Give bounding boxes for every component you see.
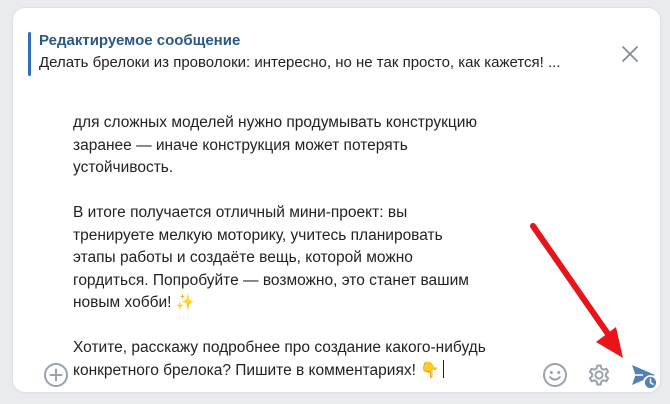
close-edit-button[interactable] — [618, 42, 642, 66]
close-icon — [622, 46, 638, 62]
gear-icon — [588, 364, 610, 386]
message-line: заранее — иначе конструкция может потеря… — [73, 136, 408, 154]
attach-button[interactable] — [42, 361, 70, 389]
message-composer: Редактируемое сообщение Делать брелоки и… — [13, 8, 660, 392]
reply-accent-bar — [28, 32, 31, 76]
message-line: тренируете мелкую моторику, учитесь план… — [73, 226, 443, 244]
message-line: для сложных моделей нужно продумывать ко… — [73, 114, 478, 131]
message-line: новым хобби! ✨ — [73, 294, 196, 311]
text-caret — [442, 359, 444, 378]
emoji-button[interactable] — [541, 361, 569, 389]
message-line-text: конкретного брелока? Пишите в комментари… — [73, 361, 440, 379]
scheduled-send-icon — [632, 365, 658, 390]
message-line: В итоге получается отличный мини-проект:… — [73, 204, 408, 221]
edited-message-preview: Делать брелоки из проволоки: интересно, … — [39, 54, 561, 71]
message-last-line: конкретного брелока? Пишите в комментари… — [73, 359, 543, 383]
message-line: гордиться. Попробуйте — возможно, это ст… — [73, 271, 469, 289]
message-input[interactable]: для сложных моделей нужно продумывать ко… — [73, 112, 543, 390]
scheduled-send-button[interactable] — [629, 361, 659, 391]
message-line: устойчивость. — [73, 159, 174, 176]
message-line: Хотите, расскажу подробнее про создание … — [73, 339, 486, 356]
smile-icon — [543, 363, 567, 387]
message-line: этапы работы и создаёте вещь, которой мо… — [73, 249, 413, 266]
add-circle-icon — [44, 363, 68, 387]
edited-message-title: Редактируемое сообщение — [39, 32, 241, 49]
settings-button[interactable] — [585, 361, 613, 389]
